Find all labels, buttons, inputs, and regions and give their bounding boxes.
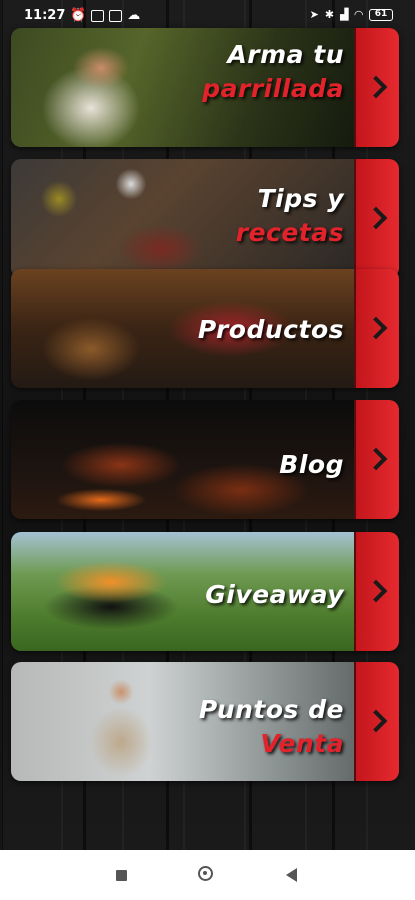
menu-item-label: Arma tu parrillada xyxy=(202,40,344,103)
arrow-tab[interactable] xyxy=(354,159,399,278)
arrow-tab[interactable] xyxy=(354,400,399,519)
menu-item-productos[interactable]: Productos xyxy=(11,269,399,388)
menu-item-giveaway[interactable]: Giveaway xyxy=(11,532,399,651)
arrow-tab[interactable] xyxy=(354,28,399,147)
chevron-right-icon xyxy=(364,75,388,98)
bluetooth-icon: ✱ xyxy=(324,8,335,21)
chevron-right-icon xyxy=(364,709,388,732)
menu-item-label: Giveaway xyxy=(205,580,344,609)
back-icon[interactable] xyxy=(286,868,297,882)
menu-item-label: Productos xyxy=(197,315,344,344)
recents-icon[interactable] xyxy=(116,870,127,881)
arrow-tab[interactable] xyxy=(354,269,399,388)
notification-icon xyxy=(109,9,123,22)
arrow-tab[interactable] xyxy=(354,532,399,651)
home-icon[interactable] xyxy=(198,866,213,881)
wifi-icon: ◠ xyxy=(354,8,363,21)
chevron-right-icon xyxy=(364,579,388,602)
system-nav-bar xyxy=(0,850,415,900)
menu-item-label: Puntos de Venta xyxy=(198,695,344,758)
signal-icon: ▟ xyxy=(340,8,349,21)
status-time: 11:27 xyxy=(24,8,66,23)
battery-icon: 61 xyxy=(369,8,393,21)
chevron-right-icon xyxy=(364,206,388,229)
menu-item-label: Blog xyxy=(279,450,344,479)
chevron-right-icon xyxy=(364,316,388,339)
menu-item-tips[interactable]: Tips y recetas xyxy=(11,159,399,278)
notification-icon xyxy=(91,9,105,22)
alarm-icon: ⏰ xyxy=(70,8,87,23)
menu-item-label: Tips y recetas xyxy=(235,184,344,247)
cloud-icon: ☁ xyxy=(127,8,141,23)
menu-item-puntos[interactable]: Puntos de Venta xyxy=(11,662,399,781)
arrow-tab[interactable] xyxy=(354,662,399,781)
menu-item-parrillada[interactable]: Arma tu parrillada xyxy=(11,28,399,147)
location-icon: ➤ xyxy=(309,8,319,21)
menu-item-blog[interactable]: Blog xyxy=(11,400,399,519)
chevron-right-icon xyxy=(364,447,388,470)
status-bar: 11:27 ⏰ ☁ ➤ ✱ ▟ ◠ 61 xyxy=(0,0,415,30)
